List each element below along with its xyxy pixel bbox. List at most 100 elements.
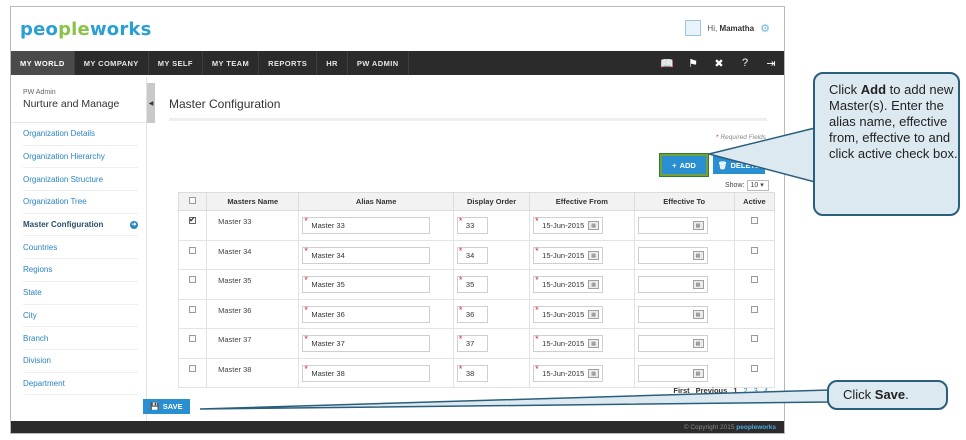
active-checkbox[interactable] xyxy=(750,305,758,313)
alias-name-input[interactable]: * Master 34 xyxy=(302,246,431,264)
pager-page-1[interactable]: 1 xyxy=(733,386,737,395)
sidebar-item-division[interactable]: Division xyxy=(23,350,138,373)
nav-item-my-self[interactable]: MY SELF xyxy=(149,51,203,75)
effective-to-input[interactable]: ▦ xyxy=(637,305,708,323)
display-order-input-value: 36 xyxy=(465,309,475,319)
calendar-icon[interactable]: ▦ xyxy=(692,339,704,348)
active-checkbox[interactable] xyxy=(750,276,758,283)
sidebar-item-organization-details[interactable]: Organization Details xyxy=(23,123,138,146)
display-order-input-value: 34 xyxy=(465,250,475,260)
sidebar-item-branch[interactable]: Branch xyxy=(23,327,138,350)
row-select-checkbox[interactable] xyxy=(189,246,197,254)
display-order-input[interactable]: * 34 xyxy=(456,246,488,264)
calendar-icon[interactable]: ▦ xyxy=(692,221,704,230)
display-order-input[interactable]: * 37 xyxy=(456,334,488,352)
active-cell xyxy=(733,269,776,300)
row-select-checkbox[interactable] xyxy=(189,335,197,342)
pager-page-3[interactable]: 3 xyxy=(754,386,758,395)
nav-item-reports[interactable]: REPORTS xyxy=(259,51,318,75)
active-checkbox[interactable] xyxy=(750,246,758,254)
alias-name-input[interactable]: * Master 38 xyxy=(302,364,431,382)
pager-first[interactable]: First xyxy=(673,386,689,395)
effective-to-input[interactable]: ▦ xyxy=(637,276,708,293)
display-order-input-value: 35 xyxy=(465,280,475,289)
sidebar-item-organization-tree[interactable]: Organization Tree xyxy=(23,191,138,214)
sidebar-item-department[interactable]: Department xyxy=(23,373,138,396)
sidebar-item-organization-structure[interactable]: Organization Structure xyxy=(23,168,138,192)
sidebar-item-state[interactable]: State xyxy=(23,282,138,305)
select-all-header[interactable] xyxy=(177,192,208,211)
sidebar-item-master-configuration[interactable]: Master Configuration ➜ xyxy=(23,214,138,237)
calendar-icon[interactable]: ▦ xyxy=(588,221,600,230)
add-button[interactable]: + ADD xyxy=(659,153,709,177)
effective-to-input[interactable]: ▦ xyxy=(637,335,708,352)
pager-previous[interactable]: Previous xyxy=(696,386,728,395)
sidebar-item-city[interactable]: City xyxy=(23,305,138,328)
avatar[interactable] xyxy=(685,20,702,36)
sidebar-item-regions[interactable]: Regions xyxy=(23,259,138,282)
effective-from-input[interactable]: * 15-Jun-2015 ▦ xyxy=(533,305,604,323)
book-icon[interactable]: 📖 xyxy=(654,51,680,75)
effective-from-input-cell: * 15-Jun-2015 ▦ xyxy=(529,269,635,300)
effective-from-input[interactable]: * 15-Jun-2015 ▦ xyxy=(533,275,604,293)
row-select-checkbox[interactable] xyxy=(189,305,197,313)
effective-from-input[interactable]: * 15-Jun-2015 ▦ xyxy=(533,334,604,352)
nav-item-pw-admin[interactable]: PW ADMIN xyxy=(348,51,409,75)
row-select-checkbox[interactable] xyxy=(189,276,197,283)
active-checkbox[interactable] xyxy=(750,364,758,372)
tools-icon[interactable]: ✖ xyxy=(706,51,732,75)
alias-name-input[interactable]: * Master 35 xyxy=(302,275,431,293)
nav-item-my-team[interactable]: MY TEAM xyxy=(203,51,260,75)
gear-icon[interactable]: ⚙ xyxy=(760,22,770,35)
calendar-icon[interactable]: ▦ xyxy=(692,368,704,378)
pin-icon[interactable]: ⚑ xyxy=(680,51,706,75)
calendar-icon[interactable]: ▦ xyxy=(692,250,704,260)
calendar-icon[interactable]: ▦ xyxy=(588,250,600,260)
save-button[interactable]: 💾 SAVE xyxy=(143,399,190,414)
delete-button[interactable]: 🗑 DELETE xyxy=(713,156,765,174)
display-order-input[interactable]: * 33 xyxy=(456,216,488,234)
calendar-icon[interactable]: ▦ xyxy=(588,368,600,378)
nav-item-my-company[interactable]: MY COMPANY xyxy=(75,51,149,75)
calendar-icon[interactable]: ▦ xyxy=(588,339,600,348)
active-checkbox[interactable] xyxy=(750,217,758,224)
calendar-icon[interactable]: ▦ xyxy=(588,309,600,319)
alias-name-input[interactable]: * Master 36 xyxy=(302,305,431,323)
required-star-icon: * xyxy=(535,363,539,374)
alias-name-input[interactable]: * Master 33 xyxy=(302,216,431,234)
logout-icon[interactable]: ⇥ xyxy=(758,51,784,75)
nav-item-my-world[interactable]: MY WORLD xyxy=(11,51,75,75)
active-checkbox[interactable] xyxy=(750,335,758,342)
display-order-input[interactable]: * 36 xyxy=(456,305,488,323)
logo-text-1: peo xyxy=(20,19,59,40)
sidebar-item-countries[interactable]: Countries xyxy=(23,236,138,260)
row-select-checkbox[interactable] xyxy=(189,215,197,224)
sidebar-item-organization-hierarchy[interactable]: Organization Hierarchy xyxy=(23,146,138,169)
effective-to-input[interactable]: ▦ xyxy=(637,364,708,382)
effective-from-input[interactable]: * 15-Jun-2015 ▦ xyxy=(533,363,604,382)
select-all-checkbox[interactable] xyxy=(189,197,197,204)
collapse-sidebar-handle[interactable]: ◀ xyxy=(147,83,155,123)
display-order-input[interactable]: * 38 xyxy=(456,364,488,382)
effective-to-input[interactable]: ▦ xyxy=(637,246,708,264)
effective-to-input[interactable]: ▦ xyxy=(637,217,708,234)
row-select-checkbox[interactable] xyxy=(189,364,197,372)
display-order-input[interactable]: * 35 xyxy=(456,275,488,293)
active-cell xyxy=(733,328,776,359)
nav-item-hr[interactable]: HR xyxy=(317,51,348,75)
calendar-icon[interactable]: ▦ xyxy=(588,280,600,289)
help-icon[interactable]: ? xyxy=(732,51,758,75)
effective-from-input[interactable]: * 15-Jun-2015 ▦ xyxy=(533,246,604,264)
calendar-icon[interactable]: ▦ xyxy=(692,280,704,289)
pager-page-2[interactable]: 2 xyxy=(743,386,747,395)
alias-name-input-cell: * Master 33 xyxy=(298,210,454,241)
calendar-icon[interactable]: ▦ xyxy=(692,309,704,319)
alias-name-input[interactable]: * Master 37 xyxy=(302,334,431,352)
required-note-text: Required Fields xyxy=(720,134,766,141)
page-size-select[interactable]: 10 ▾ xyxy=(747,180,770,191)
pager-page-4[interactable]: 4 xyxy=(764,386,768,395)
peopleworks-logo[interactable]: peopleworks xyxy=(20,19,152,40)
table-row: Master 36 * Master 36 * 36 * 15-Jun-2015 ▦ ▦ xyxy=(177,298,776,329)
effective-from-input[interactable]: * 15-Jun-2015 ▦ xyxy=(533,216,604,234)
effective-to-input-cell: ▦ xyxy=(633,328,735,359)
